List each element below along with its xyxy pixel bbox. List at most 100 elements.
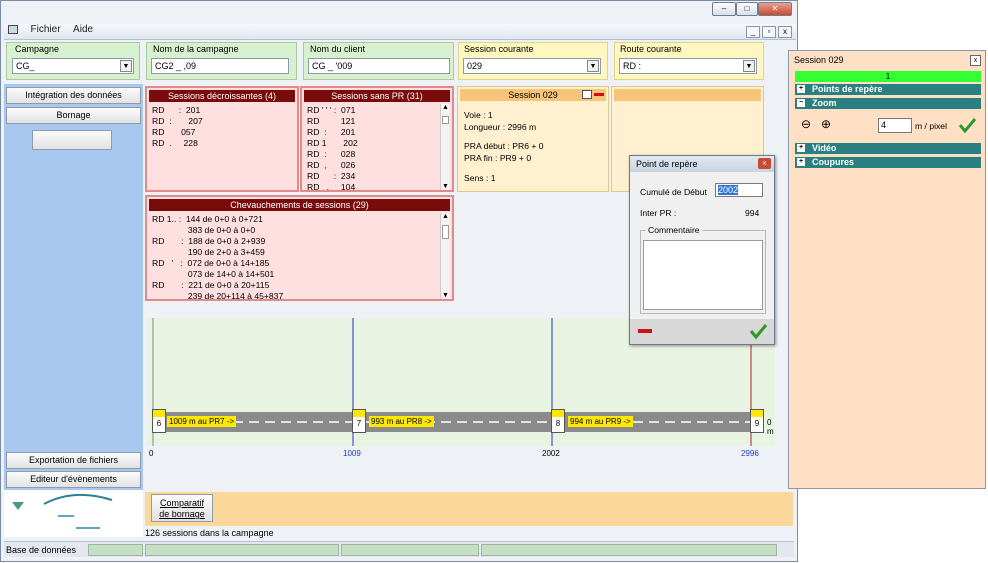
scroll-down-icon[interactable]: ▼ — [441, 183, 450, 190]
calendar-icon[interactable] — [582, 90, 592, 99]
comparatif-button[interactable]: Comparatif de bornage — [151, 494, 213, 522]
sans-pr-line[interactable]: RD ' ' ' : 071 — [307, 105, 355, 116]
pr-marker[interactable]: 7 — [352, 409, 366, 433]
sessions-count: 126 sessions dans la campagne — [145, 528, 274, 538]
sans-pr-line[interactable]: RD : 201 — [307, 127, 355, 138]
tick-label: 0 — [149, 449, 154, 458]
campagne-group: Campagne CG_ ▼ — [6, 42, 140, 80]
session-info-line: PRA fin : PR9 + 0 — [464, 153, 532, 163]
chevauchement-line[interactable]: 239 de 20+114 à 45+837 — [152, 291, 283, 299]
chevron-down-icon[interactable]: ▼ — [587, 60, 599, 72]
remove-icon[interactable] — [594, 93, 604, 96]
pr-marker[interactable]: 8 — [551, 409, 565, 433]
status-cell — [481, 544, 777, 556]
zoom-out-icon[interactable]: ⊖ — [801, 117, 811, 131]
cumul-label: Cumulé de Début — [640, 187, 707, 197]
scroll-down-icon[interactable]: ▼ — [441, 292, 450, 299]
inter-value: 994 — [745, 208, 760, 218]
export-button[interactable]: Exportation de fichiers — [6, 452, 141, 469]
app-icon — [8, 25, 18, 35]
chevron-down-icon[interactable]: ▼ — [743, 60, 755, 72]
expand-icon[interactable]: + — [797, 85, 805, 93]
section-video[interactable]: + Vidéo — [795, 143, 981, 154]
close-button[interactable]: ✕ — [758, 2, 792, 16]
decroissantes-line[interactable]: RD . 228 — [152, 138, 198, 149]
menu-fichier[interactable]: Fichier — [31, 24, 61, 35]
sans-pr-line[interactable]: RD : 234 — [307, 171, 355, 182]
nom-campagne-field[interactable]: CG2 _ ,09 — [151, 58, 289, 74]
chevauchement-line[interactable]: 073 de 14+0 à 14+501 — [152, 269, 275, 280]
maximize-button[interactable]: □ — [736, 2, 758, 16]
cumul-value: 2002 — [718, 185, 739, 195]
close-icon[interactable]: x — [970, 55, 981, 66]
delete-icon[interactable] — [638, 329, 652, 333]
scroll-up-icon[interactable]: ▲ — [441, 213, 450, 223]
session-courante-group: Session courante 029 ▼ — [458, 42, 608, 80]
zoom-field[interactable]: 4 — [878, 118, 912, 133]
sans-pr-line[interactable]: RD . 104 — [307, 182, 355, 190]
scroll-thumb[interactable] — [442, 116, 449, 124]
mdi-minimize-button[interactable]: _ — [746, 26, 760, 38]
zoom-in-icon[interactable]: ⊕ — [821, 117, 831, 131]
scroll-thumb[interactable] — [442, 225, 449, 239]
sessions-decroissantes-header: Sessions décroissantes (4) — [149, 90, 295, 102]
mdi-restore-button[interactable]: ▫ — [762, 26, 776, 38]
chevron-down-icon[interactable]: ▼ — [120, 60, 132, 72]
minimize-button[interactable]: – — [712, 2, 736, 16]
scroll-up-icon[interactable]: ▲ — [441, 104, 450, 114]
sans-pr-line[interactable]: RD 1 202 — [307, 138, 358, 149]
cumul-field[interactable]: 2002 — [715, 183, 763, 197]
session-info-line: Voie : 1 — [464, 110, 493, 120]
campagne-select[interactable]: CG_ ▼ — [12, 58, 134, 74]
pr-marker[interactable]: 9 — [750, 409, 764, 433]
chevauchement-line[interactable]: RD ' : 072 de 0+0 à 14+185 — [152, 258, 269, 269]
check-icon[interactable] — [748, 322, 768, 340]
chevauchement-line[interactable]: RD : 221 de 0+0 à 20+115 — [152, 280, 269, 291]
collapse-icon[interactable]: − — [797, 99, 805, 107]
section-coupures[interactable]: + Coupures — [795, 157, 981, 168]
chevauchements-panel: Chevauchements de sessions (29) RD 1.. :… — [145, 195, 454, 301]
sans-pr-line[interactable]: RD 121 — [307, 116, 355, 127]
action-bar: Comparatif de bornage — [145, 492, 793, 526]
integration-button[interactable]: Intégration des données — [6, 87, 141, 104]
logo — [4, 490, 143, 537]
chevauchement-line[interactable]: RD : 188 de 0+0 à 2+939 — [152, 236, 265, 247]
sans-pr-line[interactable]: RD , 026 — [307, 160, 355, 171]
decroissantes-line[interactable]: RD 057 — [152, 127, 195, 138]
menu-aide[interactable]: Aide — [73, 24, 93, 35]
section-points-de-repere[interactable]: + Points de repère — [795, 84, 981, 95]
expand-icon[interactable]: + — [797, 158, 805, 166]
session-panel-title: Session 029 — [508, 90, 558, 100]
close-icon[interactable]: x — [758, 158, 771, 169]
route-courante-select[interactable]: RD : ▼ — [619, 58, 757, 74]
dialog-title: Point de repère — [636, 159, 698, 169]
apply-check-icon[interactable] — [957, 116, 977, 134]
campagne-label: Campagne — [15, 44, 60, 54]
sans-pr-scrollbar[interactable]: ▲ ▼ — [440, 104, 450, 190]
pr-marker[interactable]: 6 — [152, 409, 166, 433]
decroissantes-line[interactable]: RD : 201 — [152, 105, 200, 116]
section-zoom[interactable]: − Zoom — [795, 98, 981, 109]
status-bar: Base de données — [4, 541, 794, 557]
decroissantes-line[interactable]: RD : 207 — [152, 116, 203, 127]
blank-button[interactable] — [32, 130, 112, 150]
expand-icon[interactable]: + — [797, 144, 805, 152]
empty-panel-header — [614, 89, 761, 101]
commentaire-field[interactable] — [643, 240, 763, 310]
sans-pr-line[interactable]: RD : 028 — [307, 149, 355, 160]
session-courante-select[interactable]: 029 ▼ — [463, 58, 601, 74]
menu-bar: Fichier Aide — [4, 24, 796, 40]
route-courante-label: Route courante — [620, 44, 682, 54]
inter-label: Inter PR : — [640, 208, 677, 218]
session-info-line: Sens : 1 — [464, 173, 496, 183]
editeur-button[interactable]: Editeur d'évènements — [6, 471, 141, 488]
nom-client-field[interactable]: CG _ '009 — [308, 58, 450, 74]
zoom-unit: m / pixel — [915, 121, 947, 131]
chevauchement-line[interactable]: 190 de 2+0 à 3+459 — [152, 247, 265, 258]
mdi-close-button[interactable]: x — [778, 26, 792, 38]
chevauchement-line[interactable]: 383 de 0+0 à 0+0 — [152, 225, 255, 236]
bornage-button[interactable]: Bornage — [6, 107, 141, 124]
status-cell — [145, 544, 339, 556]
chevauchements-scrollbar[interactable]: ▲ ▼ — [440, 213, 450, 299]
chevauchement-line[interactable]: RD 1.. : 144 de 0+0 à 0+721 — [152, 214, 263, 225]
